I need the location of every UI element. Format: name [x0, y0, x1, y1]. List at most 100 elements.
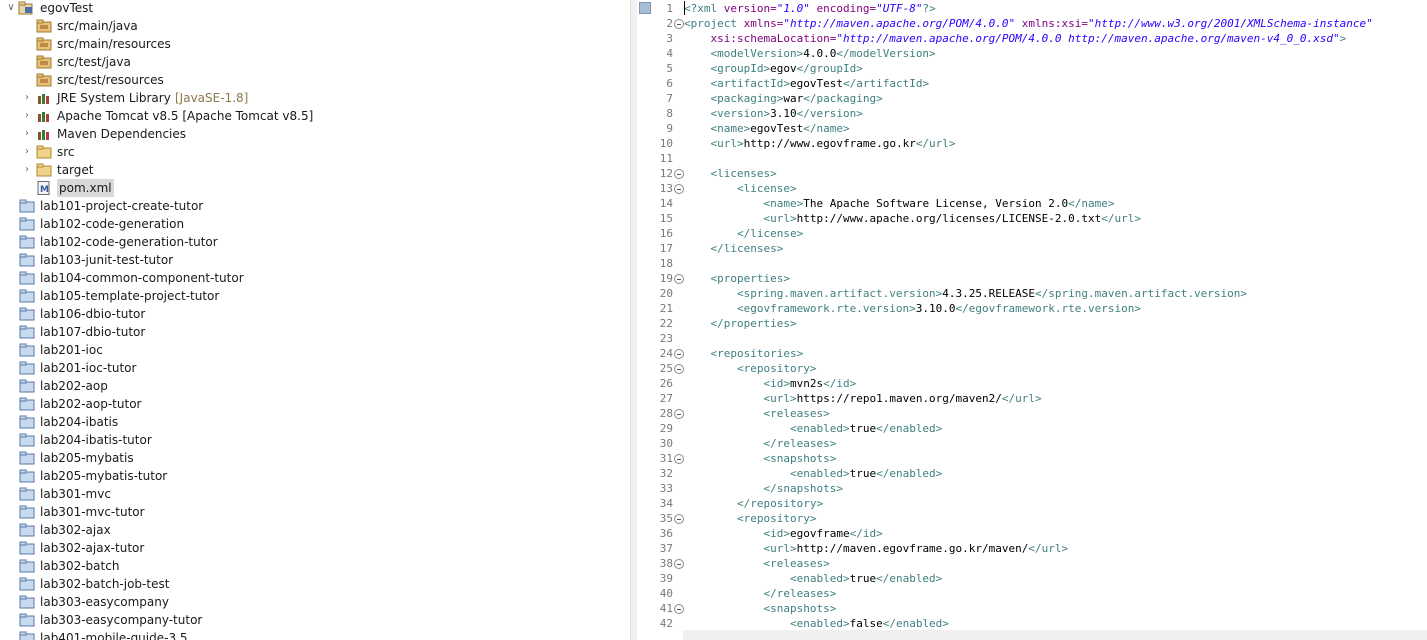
fold-toggle-icon[interactable]: [674, 604, 684, 614]
code-line[interactable]: 5 <groupId>egov</groupId>: [637, 61, 1427, 76]
code-line[interactable]: 17 </licenses>: [637, 241, 1427, 256]
code-line[interactable]: 27 <url>https://repo1.maven.org/maven2/<…: [637, 391, 1427, 406]
code-line[interactable]: 41 <snapshots>: [637, 601, 1427, 616]
tree-item[interactable]: lab202-aop-tutor: [0, 395, 630, 413]
tree-item[interactable]: lab202-aop: [0, 377, 630, 395]
fold-toggle-icon[interactable]: [674, 559, 684, 569]
fold-toggle-icon[interactable]: [674, 349, 684, 359]
code-token: http://maven.egovframe.go.kr/maven/: [796, 542, 1029, 555]
tree-item[interactable]: lab201-ioc-tutor: [0, 359, 630, 377]
fold-toggle-icon[interactable]: [674, 514, 684, 524]
tree-item[interactable]: lab301-mvc-tutor: [0, 503, 630, 521]
chevron-right-icon[interactable]: ›: [22, 89, 32, 107]
code-line[interactable]: 32 <enabled>true</enabled>: [637, 466, 1427, 481]
code-line[interactable]: 1 <?xml version="1.0" encoding="UTF-8"?>: [637, 1, 1427, 16]
code-line[interactable]: 25 <repository>: [637, 361, 1427, 376]
code-line[interactable]: 26 <id>mvn2s</id>: [637, 376, 1427, 391]
code-line[interactable]: 23: [637, 331, 1427, 346]
tree-item[interactable]: lab105-template-project-tutor: [0, 287, 630, 305]
tree-item[interactable]: Mpom.xml: [0, 179, 630, 197]
code-line[interactable]: 35 <repository>: [637, 511, 1427, 526]
fold-toggle-icon[interactable]: [674, 364, 684, 374]
tree-item[interactable]: src/main/resources: [0, 35, 630, 53]
tree-item-label: lab102-code-generation-tutor: [40, 235, 218, 249]
code-line[interactable]: 4 <modelVersion>4.0.0</modelVersion>: [637, 46, 1427, 61]
tree-item[interactable]: lab301-mvc: [0, 485, 630, 503]
fold-toggle-icon[interactable]: [674, 454, 684, 464]
code-line[interactable]: 9 <name>egovTest</name>: [637, 121, 1427, 136]
code-line[interactable]: 18: [637, 256, 1427, 271]
code-line[interactable]: 22 </properties>: [637, 316, 1427, 331]
code-line[interactable]: 11: [637, 151, 1427, 166]
tree-item[interactable]: src/test/java: [0, 53, 630, 71]
tree-item[interactable]: lab101-project-create-tutor: [0, 197, 630, 215]
tree-item[interactable]: lab106-dbio-tutor: [0, 305, 630, 323]
fold-toggle-icon[interactable]: [674, 409, 684, 419]
tree-item[interactable]: lab102-code-generation-tutor: [0, 233, 630, 251]
tree-item[interactable]: › Apache Tomcat v8.5 [Apache Tomcat v8.5]: [0, 107, 630, 125]
tree-item[interactable]: › src: [0, 143, 630, 161]
code-line[interactable]: 16 </license>: [637, 226, 1427, 241]
code-line[interactable]: 19 <properties>: [637, 271, 1427, 286]
fold-toggle-icon[interactable]: [674, 19, 684, 29]
code-line[interactable]: 37 <url>http://maven.egovframe.go.kr/mav…: [637, 541, 1427, 556]
tree-item[interactable]: lab204-ibatis-tutor: [0, 431, 630, 449]
code-line[interactable]: 42 <enabled>false</enabled>: [637, 616, 1427, 631]
tree-item[interactable]: lab205-mybatis-tutor: [0, 467, 630, 485]
tree-item[interactable]: lab103-junit-test-tutor: [0, 251, 630, 269]
code-line[interactable]: 29 <enabled>true</enabled>: [637, 421, 1427, 436]
code-line[interactable]: 39 <enabled>true</enabled>: [637, 571, 1427, 586]
code-line[interactable]: 12 <licenses>: [637, 166, 1427, 181]
tree-item[interactable]: lab204-ibatis: [0, 413, 630, 431]
code-line[interactable]: 21 <egovframework.rte.version>3.10.0</eg…: [637, 301, 1427, 316]
tree-item[interactable]: lab302-batch: [0, 557, 630, 575]
chevron-right-icon[interactable]: ›: [22, 161, 32, 179]
code-line[interactable]: 6 <artifactId>egovTest</artifactId>: [637, 76, 1427, 91]
tree-item[interactable]: lab205-mybatis: [0, 449, 630, 467]
xml-editor[interactable]: 1 <?xml version="1.0" encoding="UTF-8"?> 2…: [637, 0, 1427, 640]
tree-item[interactable]: lab104-common-component-tutor: [0, 269, 630, 287]
fold-toggle-icon[interactable]: [674, 274, 684, 284]
tree-item[interactable]: lab107-dbio-tutor: [0, 323, 630, 341]
tree-item[interactable]: › Maven Dependencies: [0, 125, 630, 143]
code-line[interactable]: 36 <id>egovframe</id>: [637, 526, 1427, 541]
code-line[interactable]: 8 <version>3.10</version>: [637, 106, 1427, 121]
fold-toggle-icon[interactable]: [674, 169, 684, 179]
tree-item[interactable]: lab303-easycompany-tutor: [0, 611, 630, 629]
tree-item[interactable]: lab201-ioc: [0, 341, 630, 359]
code-line[interactable]: 33 </snapshots>: [637, 481, 1427, 496]
tree-item[interactable]: lab401-mobile-guide-3.5: [0, 629, 630, 640]
code-line[interactable]: 38 <releases>: [637, 556, 1427, 571]
code-line[interactable]: 13 <license>: [637, 181, 1427, 196]
code-line[interactable]: 31 <snapshots>: [637, 451, 1427, 466]
code-line[interactable]: 15 <url>http://www.apache.org/licenses/L…: [637, 211, 1427, 226]
code-line[interactable]: 2 <project xmlns="http://maven.apache.org…: [637, 16, 1427, 31]
horizontal-scrollbar[interactable]: [683, 630, 1427, 640]
chevron-down-icon[interactable]: ∨: [6, 0, 16, 17]
chevron-right-icon[interactable]: ›: [22, 125, 32, 143]
tree-item[interactable]: lab102-code-generation: [0, 215, 630, 233]
tree-item[interactable]: ∨ egovTest: [0, 0, 630, 17]
chevron-right-icon[interactable]: ›: [22, 143, 32, 161]
tree-item[interactable]: lab302-ajax: [0, 521, 630, 539]
tree-item[interactable]: › target: [0, 161, 630, 179]
code-line[interactable]: 20 <spring.maven.artifact.version>4.3.25…: [637, 286, 1427, 301]
chevron-right-icon[interactable]: ›: [22, 107, 32, 125]
tree-item[interactable]: › JRE System Library [JavaSE-1.8]: [0, 89, 630, 107]
tree-item[interactable]: lab302-batch-job-test: [0, 575, 630, 593]
code-line[interactable]: 40 </releases>: [637, 586, 1427, 601]
tree-item[interactable]: lab303-easycompany: [0, 593, 630, 611]
code-line[interactable]: 7 <packaging>war</packaging>: [637, 91, 1427, 106]
code-line[interactable]: 14 <name>The Apache Software License, Ve…: [637, 196, 1427, 211]
code-line[interactable]: 3 xsi:schemaLocation="http://maven.apach…: [637, 31, 1427, 46]
code-line[interactable]: 24 <repositories>: [637, 346, 1427, 361]
code-line[interactable]: 10 <url>http://www.egovframe.go.kr</url>: [637, 136, 1427, 151]
fold-toggle-icon[interactable]: [674, 184, 684, 194]
tree-item[interactable]: src/main/java: [0, 17, 630, 35]
code-line[interactable]: 30 </releases>: [637, 436, 1427, 451]
pane-splitter[interactable]: [630, 0, 637, 640]
tree-item[interactable]: lab302-ajax-tutor: [0, 539, 630, 557]
code-line[interactable]: 34 </repository>: [637, 496, 1427, 511]
tree-item[interactable]: src/test/resources: [0, 71, 630, 89]
code-line[interactable]: 28 <releases>: [637, 406, 1427, 421]
